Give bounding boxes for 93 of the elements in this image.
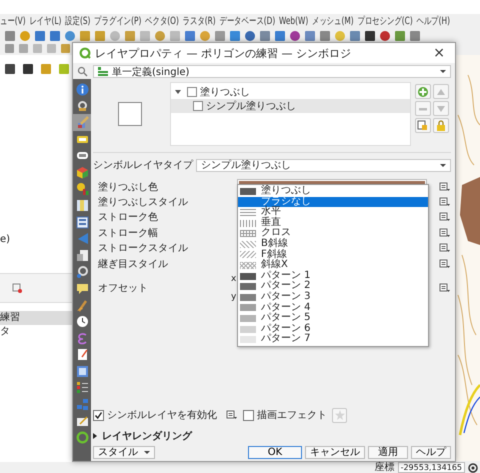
lock-layer-button[interactable] bbox=[433, 118, 449, 133]
field-label: オフセット bbox=[98, 282, 149, 296]
diagrams-tab-icon[interactable] bbox=[76, 182, 88, 196]
field-label: ストローク色 bbox=[98, 211, 159, 224]
fields-tab-icon[interactable] bbox=[76, 198, 88, 212]
crs-icon[interactable] bbox=[468, 462, 478, 472]
field-label: 継ぎ目スタイル bbox=[98, 258, 169, 271]
renderer-icon bbox=[98, 66, 108, 76]
field-label: ストローク幅 bbox=[98, 226, 159, 240]
list-item[interactable]: パターン 7 bbox=[238, 334, 428, 345]
checkbox[interactable] bbox=[93, 410, 104, 420]
field-label: ストロークスタイル bbox=[98, 242, 189, 256]
menu-item[interactable]: ヘルプ(H) bbox=[416, 14, 450, 29]
menu-item[interactable]: ラスタ(R) bbox=[182, 14, 216, 29]
coordinate-label: 座標 bbox=[374, 462, 395, 473]
checkbox-label: シンボルレイヤを有効化 bbox=[107, 408, 217, 422]
renderer-dropdown[interactable]: 単一定義(single) bbox=[93, 65, 451, 78]
info-tab-icon[interactable] bbox=[76, 82, 88, 96]
digitizing-tab-icon[interactable] bbox=[76, 414, 88, 428]
search-icon[interactable] bbox=[76, 66, 88, 76]
elevation-tab-icon[interactable] bbox=[76, 431, 88, 444]
menu-item[interactable]: ベクタ(O) bbox=[145, 14, 179, 29]
data-defined-button[interactable] bbox=[439, 197, 451, 208]
menu-item[interactable]: 設定(S) bbox=[65, 14, 90, 29]
list-item[interactable]: 塗りつぶし bbox=[238, 186, 428, 197]
display-tab-icon[interactable] bbox=[76, 282, 88, 295]
tree-item[interactable]: シンプル塗りつぶし bbox=[171, 99, 410, 113]
duplicate-icon bbox=[417, 120, 429, 132]
menu-item[interactable]: Web(W) bbox=[278, 14, 308, 29]
menu-item[interactable]: レイヤ(L) bbox=[29, 14, 62, 29]
storage-tab-icon[interactable] bbox=[76, 248, 88, 262]
actions-tab-icon[interactable] bbox=[76, 265, 88, 278]
remove-layer-icon[interactable] bbox=[12, 283, 22, 293]
list-item[interactable]: クロス bbox=[238, 228, 428, 239]
star-icon bbox=[334, 410, 344, 420]
dialog-button[interactable]: OK bbox=[248, 446, 302, 458]
form-tab-icon[interactable] bbox=[76, 216, 88, 229]
menu-item[interactable]: プラグイン(P) bbox=[94, 14, 142, 29]
list-item[interactable]: B斜線 bbox=[238, 238, 428, 250]
dialog-button[interactable]: 適用 bbox=[368, 446, 408, 458]
menu-item[interactable]: プロセシング(C) bbox=[357, 14, 413, 29]
app-logo-icon bbox=[79, 47, 91, 59]
close-button[interactable]: × bbox=[429, 45, 449, 61]
menu-item[interactable]: データベース(D) bbox=[219, 14, 276, 29]
data-defined-button[interactable] bbox=[226, 410, 238, 420]
dialog-button[interactable]: ヘルプ bbox=[411, 446, 451, 458]
expand-arrow-icon[interactable] bbox=[175, 90, 181, 94]
tree-item[interactable]: 塗りつぶし bbox=[200, 85, 250, 99]
checkmark-icon bbox=[94, 410, 103, 420]
source-tab-icon[interactable] bbox=[76, 99, 88, 112]
duplicate-layer-button[interactable] bbox=[415, 118, 431, 133]
list-item[interactable]: パターン 2 bbox=[238, 281, 428, 292]
symbol-layer-type-dropdown[interactable]: シンプル塗りつぶし bbox=[196, 158, 451, 172]
checkbox-label: 描画エフェクト bbox=[257, 408, 327, 422]
section-header[interactable]: レイヤレンダリング bbox=[93, 429, 192, 443]
list-item[interactable]: パターン 6 bbox=[238, 324, 428, 334]
dialog-button[interactable]: キャンセル bbox=[305, 446, 365, 458]
list-item[interactable]: パターン 4 bbox=[238, 302, 428, 314]
add-icon bbox=[417, 86, 429, 98]
list-item[interactable]: F斜線 bbox=[238, 250, 428, 260]
checkbox[interactable] bbox=[243, 410, 254, 420]
data-defined-button[interactable] bbox=[439, 212, 451, 222]
layer-item[interactable]: 練習 bbox=[0, 311, 72, 325]
symbol-preview bbox=[118, 102, 142, 126]
style-menu-button[interactable]: スタイル bbox=[93, 446, 155, 458]
coordinate-field[interactable]: -29553,134165 bbox=[398, 462, 465, 473]
list-item[interactable]: 斜線X bbox=[238, 260, 428, 271]
temporal-tab-icon[interactable] bbox=[76, 315, 88, 328]
dependencies-tab-icon[interactable] bbox=[76, 364, 88, 378]
field-label: 塗りつぶし色 bbox=[98, 180, 159, 194]
menu-item[interactable]: メッシュ(M) bbox=[312, 14, 354, 29]
data-defined-button[interactable] bbox=[439, 283, 451, 294]
window-title: レイヤプロパティ — ポリゴンの練習 — シンボロジ bbox=[95, 46, 352, 60]
list-item[interactable]: 垂直 bbox=[238, 218, 428, 228]
axis-label: y bbox=[231, 292, 236, 302]
data-defined-button[interactable] bbox=[439, 258, 451, 269]
layer-item[interactable]: タ bbox=[0, 325, 72, 339]
menu-item[interactable]: ュー(V) bbox=[0, 14, 26, 29]
lock-icon bbox=[435, 120, 447, 132]
axis-label: x bbox=[231, 274, 236, 284]
legend-tab-icon[interactable] bbox=[76, 381, 88, 394]
data-defined-button[interactable] bbox=[439, 182, 451, 192]
field-label: 塗りつぶしスタイル bbox=[98, 196, 189, 210]
data-defined-button[interactable] bbox=[439, 243, 451, 254]
add-layer-button[interactable] bbox=[415, 84, 431, 99]
list-item[interactable]: パターン 1 bbox=[238, 270, 428, 282]
data-defined-button[interactable] bbox=[439, 228, 451, 238]
list-item[interactable]: 水平 bbox=[238, 207, 428, 218]
field-label: シンボルレイヤタイプ bbox=[93, 158, 193, 172]
list-item[interactable]: パターン 5 bbox=[238, 313, 428, 324]
metadata-tab-icon[interactable] bbox=[76, 348, 88, 362]
list-item[interactable]: パターン 3 bbox=[238, 292, 428, 303]
scene-tab-icon[interactable] bbox=[76, 166, 88, 179]
